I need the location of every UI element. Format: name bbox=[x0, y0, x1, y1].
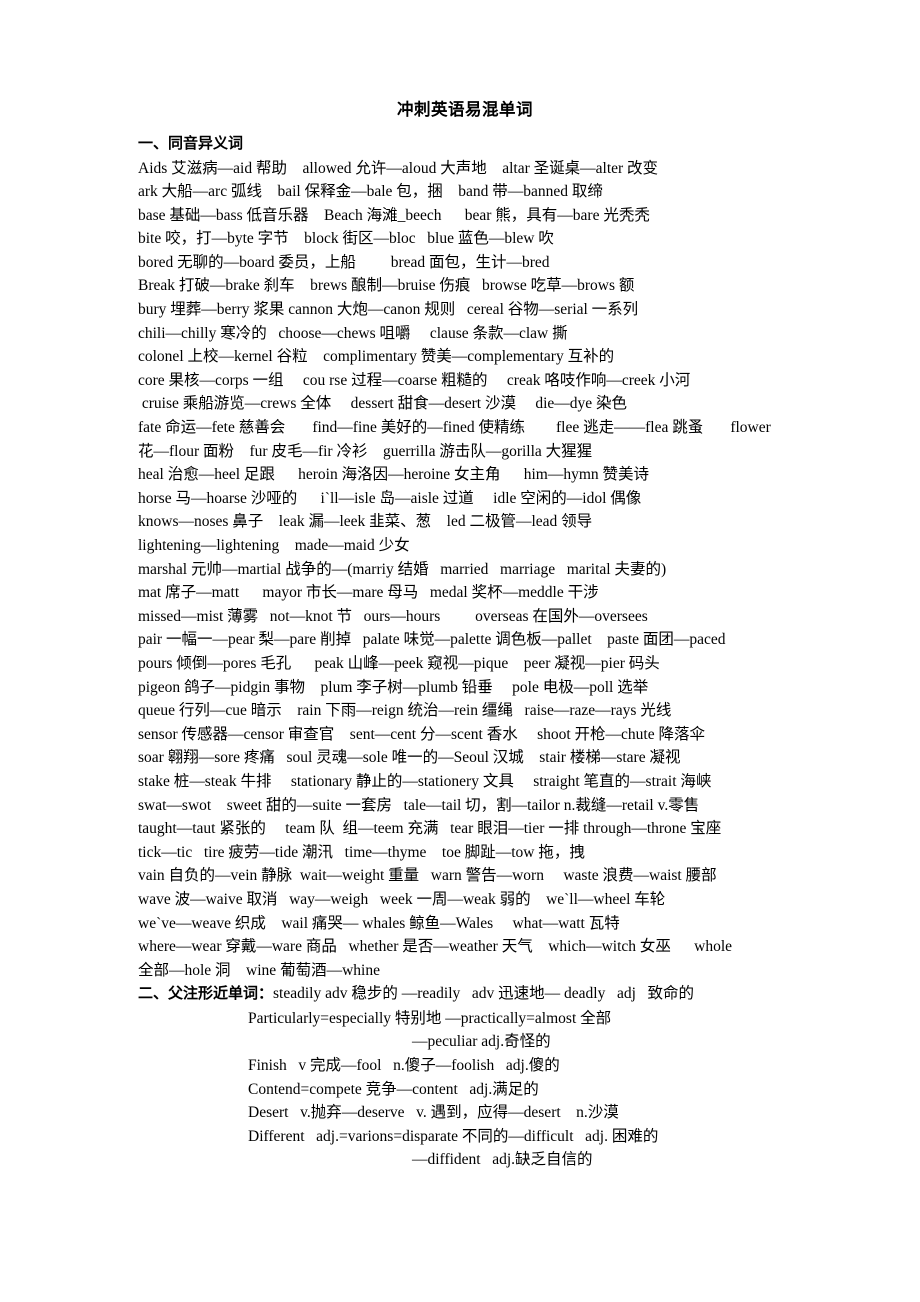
section-similar-words: 二、父注形近单词：steadily adv 稳步的 —readily adv 迅… bbox=[0, 982, 920, 1172]
text-line: 全部—hole 洞 wine 葡萄酒—whine bbox=[138, 961, 380, 979]
text-line: where—wear 穿戴—ware 商品 whether 是否—weather… bbox=[138, 938, 733, 956]
text-line: chili—chilly 寒冷的 choose—chews 咀嚼 clause … bbox=[138, 324, 568, 342]
section-heading-2: 二、父注形近单词：steadily adv 稳步的 —readily adv 迅… bbox=[0, 982, 920, 1006]
text-line: bored 无聊的—board 委员，上船 bread 面包，生计—bred bbox=[138, 253, 550, 271]
text-line: horse 马—hoarse 沙哑的 i`ll—isle 岛—aisle 过道 … bbox=[138, 489, 642, 507]
section-2-lines: Particularly=especially 特别地 —practically… bbox=[0, 1007, 920, 1172]
text-line: vain 自负的—vein 静脉 wait—weight 重量 warn 警告—… bbox=[138, 867, 717, 885]
section-heading-1-label: 一、同音异义词 bbox=[138, 135, 244, 152]
text-line: swat—swot sweet 甜的—suite 一套房 tale—tail 切… bbox=[138, 796, 700, 814]
text-line: Desert v.抛弃—deserve v. 遇到，应得—desert n.沙漠 bbox=[248, 1104, 619, 1122]
text-line: missed—mist 薄雾 not—knot 节 ours—hours ove… bbox=[138, 607, 648, 625]
section-homophones: 一、同音异义词 Aids 艾滋病—aid 帮助 allowed 允许—aloud… bbox=[0, 132, 920, 982]
text-line: sensor 传感器—censor 审查官 sent—cent 分—scent … bbox=[138, 725, 705, 743]
document-sheet: 冲刺英语易混单词 一、同音异义词 Aids 艾滋病—aid 帮助 allowed… bbox=[0, 0, 920, 1172]
text-line: base 基础—bass 低音乐器 Beach 海滩_beech bear 熊，… bbox=[138, 206, 650, 224]
text-line: bury 埋葬—berry 浆果 cannon 大炮—canon 规则 cere… bbox=[138, 301, 639, 319]
text-line: lightening—lightening made—maid 少女 bbox=[138, 537, 410, 554]
text-line: 花—flour 面粉 fur 皮毛—fir 冷衫 guerrilla 游击队—g… bbox=[138, 442, 593, 460]
text-line: mat 席子—matt mayor 市长—mare 母马 medal 奖杯—me… bbox=[138, 584, 599, 602]
text-line: marshal 元帅—martial 战争的—(marriy 结婚 marrie… bbox=[138, 560, 667, 578]
section-1-lines: Aids 艾滋病—aid 帮助 allowed 允许—aloud 大声地 alt… bbox=[0, 157, 920, 983]
text-line: Finish v 完成—fool n.傻子—foolish adj.傻的 bbox=[248, 1056, 560, 1074]
text-line: soar 翱翔—sore 疼痛 soul 灵魂—sole 唯一的—Seoul 汉… bbox=[138, 749, 681, 767]
text-line: Different adj.=varions=disparate 不同的—dif… bbox=[248, 1127, 659, 1145]
text-line: queue 行列—cue 暗示 rain 下雨—reign 统治—rein 缰绳… bbox=[138, 702, 672, 720]
text-line: core 果核—corps 一组 cou rse 过程—coarse 粗糙的 c… bbox=[138, 371, 691, 389]
text-line: cruise 乘船游览—crews 全体 dessert 甜食—desert 沙… bbox=[138, 395, 628, 413]
text-line: colonel 上校—kernel 谷粒 complimentary 赞美—co… bbox=[138, 348, 615, 366]
section-heading-1: 一、同音异义词 bbox=[0, 132, 920, 156]
text-line: —peculiar adj.奇怪的 bbox=[412, 1033, 551, 1051]
text-line: pigeon 鸽子—pidgin 事物 plum 李子树—plumb 铅垂 po… bbox=[138, 678, 649, 696]
text-line: pours 倾倒—pores 毛孔 peak 山峰—peek 窥视—pique … bbox=[138, 654, 660, 672]
text-line: we`ve—weave 织成 wail 痛哭— whales 鲸鱼—Wales … bbox=[138, 914, 620, 932]
text-line: bite 咬，打—byte 字节 block 街区—bloc blue 蓝色—b… bbox=[138, 230, 554, 248]
text-line: Contend=compete 竞争—content adj.满足的 bbox=[248, 1080, 539, 1098]
text-line: Break 打破—brake 刹车 brews 酿制—bruise 伤痕 bro… bbox=[138, 277, 635, 295]
document-page: 冲刺英语易混单词 一、同音异义词 Aids 艾滋病—aid 帮助 allowed… bbox=[0, 0, 920, 1302]
text-line: Particularly=especially 特别地 —practically… bbox=[248, 1009, 612, 1027]
text-line: stake 桩—steak 牛排 stationary 静止的—statione… bbox=[138, 772, 712, 790]
text-line: knows—noses 鼻子 leak 漏—leek 韭菜、葱 led 二极管—… bbox=[138, 513, 593, 531]
text-line: heal 治愈—heel 足跟 heroin 海洛因—heroine 女主角 h… bbox=[138, 466, 650, 484]
text-line: Aids 艾滋病—aid 帮助 allowed 允许—aloud 大声地 alt… bbox=[138, 159, 659, 177]
section-heading-2-label: 二、父注形近单词： bbox=[138, 985, 274, 1003]
section-heading-2-tail: steadily adv 稳步的 —readily adv 迅速地— deadl… bbox=[273, 985, 695, 1003]
text-line: fate 命运—fete 慈善会 find—fine 美好的—fined 使精练… bbox=[138, 419, 771, 437]
text-line: ark 大船—arc 弧线 bail 保释金—bale 包，捆 band 带—b… bbox=[138, 183, 603, 201]
text-line: tick—tic tire 疲劳—tide 潮汛 time—thyme toe … bbox=[138, 843, 585, 861]
text-line: taught—taut 紧张的 team 队 组—teem 充满 tear 眼泪… bbox=[138, 820, 722, 838]
text-line: wave 波—waive 取消 way—weigh week 一周—weak 弱… bbox=[138, 890, 666, 908]
text-line: pair 一幅一—pear 梨—pare 削掉 palate 味觉—palett… bbox=[138, 631, 726, 649]
page-title: 冲刺英语易混单词 bbox=[397, 101, 533, 119]
text-line: —diffident adj.缺乏自信的 bbox=[412, 1151, 593, 1169]
